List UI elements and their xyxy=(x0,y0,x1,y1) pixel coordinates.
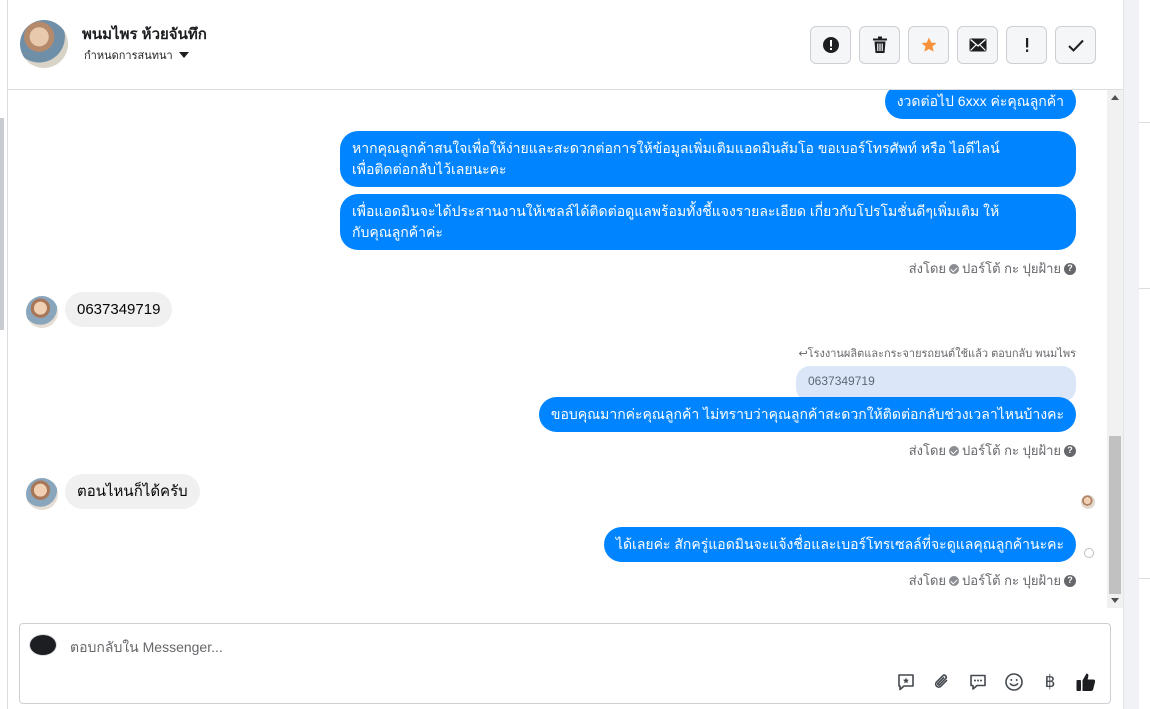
delete-button[interactable] xyxy=(859,26,900,64)
emoji-button[interactable] xyxy=(1002,670,1026,694)
right-edge-divider xyxy=(1139,578,1150,579)
sent-by-text: ส่งโดย xyxy=(908,573,947,588)
mark-unread-button[interactable] xyxy=(957,26,998,64)
sender-name: ปอร์โต้ กะ ปุยฝ้าย xyxy=(962,443,1061,458)
reply-arrow-icon: ↩ xyxy=(798,348,808,360)
sender-name: ปอร์โต้ กะ ปุยฝ้าย xyxy=(962,573,1061,588)
conversation-panel: พนมไพร ห้วยจันทึก กำหนดการสนทนา งวดต่อไป… xyxy=(8,0,1123,709)
help-icon[interactable]: ? xyxy=(1064,574,1076,587)
message-text: หากคุณลูกค้าสนใจเพื่อให้ง่ายและสะดวกต่อก… xyxy=(352,140,1000,156)
sent-by-text: ส่งโดย xyxy=(908,261,947,276)
scroll-up-arrow-icon[interactable] xyxy=(1111,95,1119,100)
exclamation-icon xyxy=(1025,38,1028,52)
follow-up-button[interactable] xyxy=(1006,26,1047,64)
page-avatar xyxy=(29,634,57,656)
message-bubble-outgoing[interactable]: ได้เลยค่ะ สักครู่แอดมินจะแจ้งชื่อและเบอร… xyxy=(603,527,1076,562)
message-bubble-incoming[interactable]: 0637349719 xyxy=(65,292,173,327)
right-edge-divider xyxy=(1139,122,1150,123)
message-text: กับคุณลูกค้าค่ะ xyxy=(352,224,443,240)
message-thread[interactable]: งวดต่อไป 6xxx ค่ะคุณลูกค้า หากคุณลูกค้าส… xyxy=(8,90,1123,608)
verified-check-icon xyxy=(949,575,960,586)
sent-by-label: ส่งโดย ปอร์โต้ กะ ปุยฝ้าย ? xyxy=(909,258,1076,279)
help-icon[interactable]: ? xyxy=(1064,444,1076,457)
message-text: เพื่อแอดมินจะได้ประสานงานให้เซลล์ได้ติดต… xyxy=(352,203,1000,219)
like-icon xyxy=(1076,673,1096,691)
attachment-icon xyxy=(934,674,948,688)
contact-avatar[interactable] xyxy=(20,20,68,68)
right-edge-gutter xyxy=(1123,0,1139,709)
quoted-text: 0637349719 xyxy=(808,374,875,388)
message-bubble-outgoing[interactable]: ขอบคุณมากค่ะคุณลูกค้า ไม่ทราบว่าคุณลูกค้… xyxy=(538,397,1076,432)
left-edge-marker xyxy=(0,118,4,330)
spam-button[interactable] xyxy=(810,26,851,64)
conversation-header: พนมไพร ห้วยจันทึก กำหนดการสนทนา xyxy=(8,0,1123,90)
alert-circle-icon xyxy=(822,37,839,53)
envelope-icon xyxy=(969,38,986,52)
message-text: งวดต่อไป 6xxx ค่ะคุณลูกค้า xyxy=(896,93,1064,109)
conversation-toolbar xyxy=(810,26,1096,64)
message-bubble-outgoing[interactable]: เพื่อแอดมินจะได้ประสานงานให้เซลล์ได้ติดต… xyxy=(340,194,1076,250)
star-button[interactable] xyxy=(908,26,949,64)
seen-receipt-avatar xyxy=(1081,495,1095,509)
caret-down-icon xyxy=(178,52,189,58)
composer-toolbar: ฿ xyxy=(894,670,1098,694)
scroll-down-arrow-icon[interactable] xyxy=(1111,598,1119,603)
conversation-menu[interactable]: กำหนดการสนทนา xyxy=(84,46,189,64)
thread-scrollbar[interactable] xyxy=(1107,90,1123,608)
right-edge-strip xyxy=(1123,0,1150,709)
chat-bubble-icon xyxy=(970,674,986,690)
trash-icon xyxy=(872,36,887,53)
payment-button[interactable]: ฿ xyxy=(1038,670,1062,694)
scroll-thumb[interactable] xyxy=(1109,436,1121,594)
verified-check-icon xyxy=(949,263,960,274)
message-text: ขอบคุณมากค่ะคุณลูกค้า ไม่ทราบว่าคุณลูกค้… xyxy=(550,406,1064,422)
done-button[interactable] xyxy=(1055,26,1096,64)
message-text: ได้เลยค่ะ สักครู่แอดมินจะแจ้งชื่อและเบอร… xyxy=(615,536,1064,552)
checkmark-icon xyxy=(1067,39,1084,52)
like-button[interactable] xyxy=(1074,670,1098,694)
attachment-button[interactable] xyxy=(930,670,954,694)
verified-check-icon xyxy=(949,445,960,456)
right-edge-divider xyxy=(1139,288,1150,289)
saved-reply-icon xyxy=(898,674,914,691)
reply-context-text: โรงงานผลิตและกระจายรถยนต์ใช้แล้ว ตอบกลับ… xyxy=(807,348,1076,360)
baht-icon: ฿ xyxy=(1044,672,1056,691)
message-text: เพื่อติดต่อกลับไว้เลยนะคะ xyxy=(352,161,507,177)
delivered-status-icon xyxy=(1084,548,1094,558)
conversation-menu-label: กำหนดการสนทนา xyxy=(84,50,173,62)
reply-context-note: ↩โรงงานผลิตและกระจายรถยนต์ใช้แล้ว ตอบกลั… xyxy=(798,344,1076,362)
emoji-icon xyxy=(1005,673,1023,691)
contact-avatar-small[interactable] xyxy=(26,478,58,510)
saved-reply-button[interactable] xyxy=(894,670,918,694)
contact-avatar-small[interactable] xyxy=(26,296,58,328)
message-bubble-incoming[interactable]: ตอนไหนก็ได้ครับ xyxy=(65,474,200,509)
sent-by-label: ส่งโดย ปอร์โต้ กะ ปุยฝ้าย ? xyxy=(909,570,1076,591)
star-icon xyxy=(921,37,936,52)
contact-name[interactable]: พนมไพร ห้วยจันทึก xyxy=(82,22,207,46)
sent-by-text: ส่งโดย xyxy=(908,443,947,458)
reply-input[interactable] xyxy=(68,637,968,657)
sent-by-label: ส่งโดย ปอร์โต้ กะ ปุยฝ้าย ? xyxy=(909,440,1076,461)
reply-composer: ฿ xyxy=(19,623,1111,704)
message-text: ตอนไหนก็ได้ครับ xyxy=(77,483,188,500)
message-bubble-outgoing[interactable]: งวดต่อไป 6xxx ค่ะคุณลูกค้า xyxy=(884,90,1076,119)
message-text: 0637349719 xyxy=(77,301,161,318)
left-edge-strip xyxy=(0,0,8,709)
message-bubble-outgoing[interactable]: หากคุณลูกค้าสนใจเพื่อให้ง่ายและสะดวกต่อก… xyxy=(340,131,1076,187)
chat-bubble-button[interactable] xyxy=(966,670,990,694)
sender-name: ปอร์โต้ กะ ปุยฝ้าย xyxy=(962,261,1061,276)
help-icon[interactable]: ? xyxy=(1064,262,1076,275)
